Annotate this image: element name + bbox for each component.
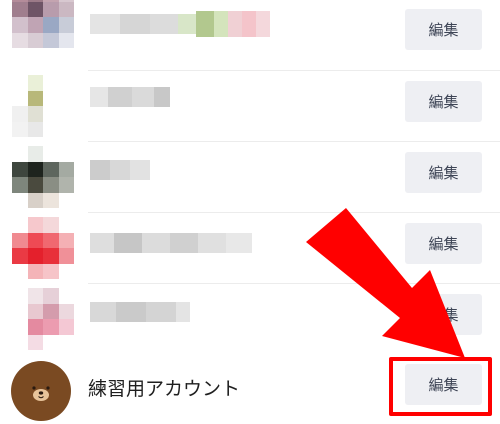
edit-button[interactable]: 編集 bbox=[405, 223, 482, 264]
edit-button[interactable]: 編集 bbox=[405, 152, 482, 193]
edit-button[interactable]: 編集 bbox=[405, 294, 482, 335]
contact-row: 編集 bbox=[0, 0, 500, 71]
edit-button[interactable]: 編集 bbox=[405, 81, 482, 122]
contact-avatar bbox=[12, 146, 74, 208]
contact-row: 編集 bbox=[0, 284, 500, 355]
contact-avatar bbox=[12, 288, 74, 350]
contact-avatar bbox=[12, 0, 74, 48]
contact-avatar bbox=[12, 217, 74, 279]
account-name: 練習用アカウント bbox=[88, 378, 241, 400]
contact-row: 編集 bbox=[0, 71, 500, 142]
contact-row: 編集 bbox=[0, 213, 500, 284]
contact-row: 編集 bbox=[0, 142, 500, 213]
bear-face-icon bbox=[11, 361, 71, 421]
account-edit-button[interactable]: 編集 bbox=[405, 364, 482, 405]
edit-button[interactable]: 編集 bbox=[405, 9, 482, 50]
contact-avatar bbox=[12, 75, 74, 137]
